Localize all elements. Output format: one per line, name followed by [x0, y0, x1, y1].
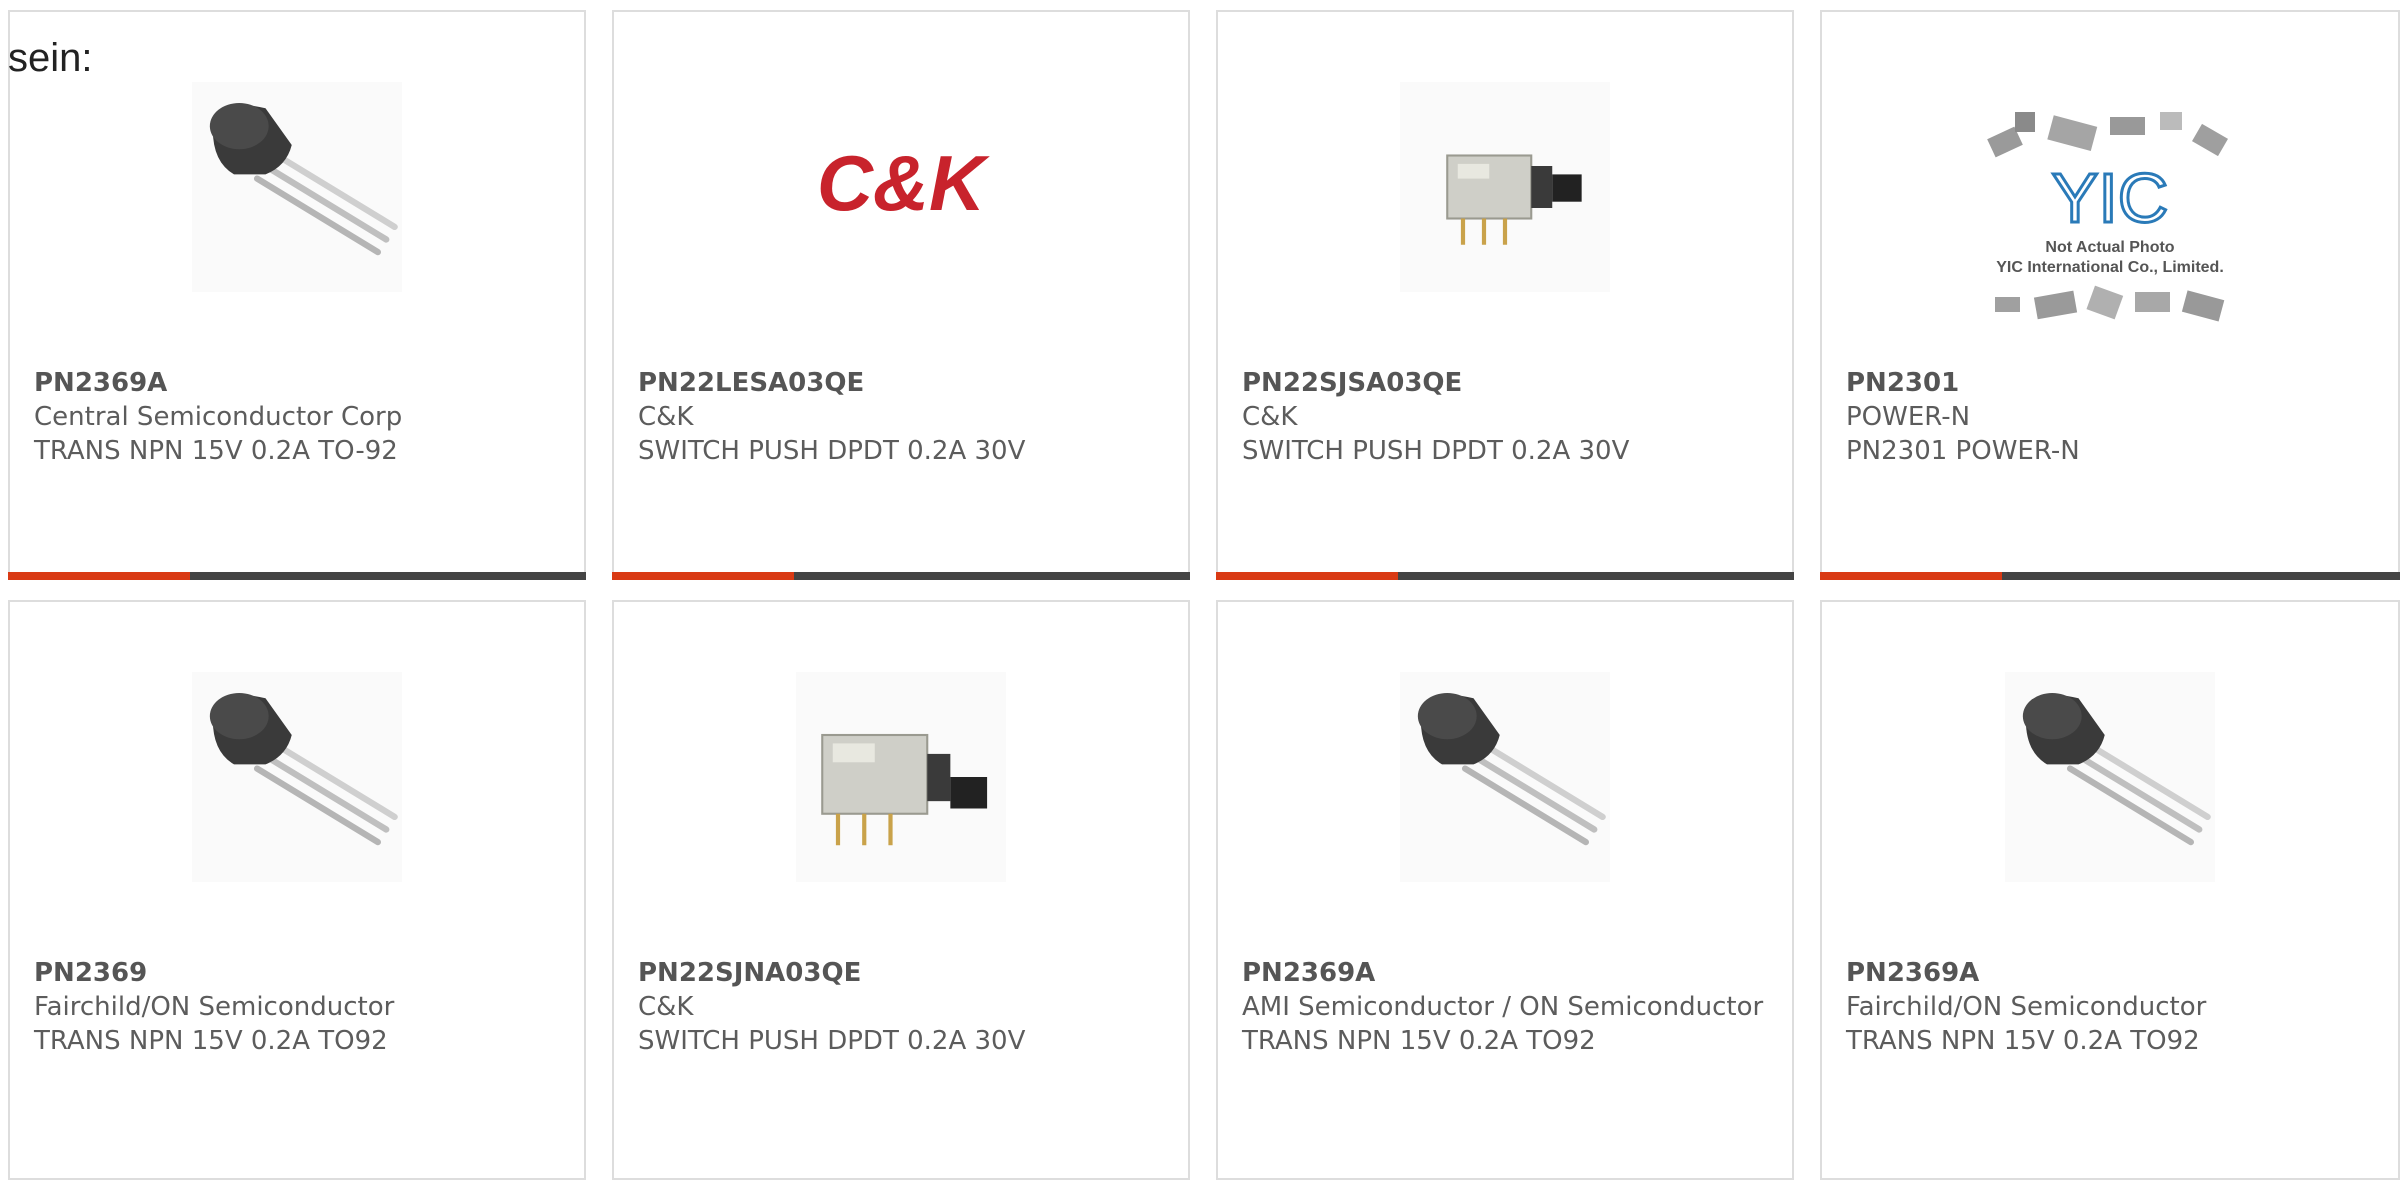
intro-text: sein: — [8, 36, 93, 80]
to92-transistor-icon — [192, 672, 402, 882]
description: PN2301 POWER-N — [1846, 436, 2080, 466]
to92-transistor-icon — [192, 82, 402, 292]
description: TRANS NPN 15V 0.2A TO92 — [1242, 1026, 1596, 1056]
card-bar — [1820, 572, 2400, 580]
card-bar-accent — [612, 572, 794, 580]
part-number[interactable]: PN2369 — [34, 956, 560, 990]
product-card[interactable]: PN2369A Central Semiconductor Corp TRANS… — [8, 10, 586, 580]
manufacturer: POWER-N — [1846, 402, 1971, 432]
product-card[interactable]: PN22SJNA03QE C&K SWITCH PUSH DPDT 0.2A 3… — [612, 600, 1190, 1180]
part-number[interactable]: PN2301 — [1846, 366, 2374, 400]
description: SWITCH PUSH DPDT 0.2A 30V — [1242, 436, 1630, 466]
to92-transistor-icon — [1400, 672, 1610, 882]
product-card[interactable]: PN2369 Fairchild/ON Semiconductor TRANS … — [8, 600, 586, 1180]
description: SWITCH PUSH DPDT 0.2A 30V — [638, 1026, 1026, 1056]
card-bar-accent — [1216, 572, 1398, 580]
product-card[interactable]: PN22SJSA03QE C&K SWITCH PUSH DPDT 0.2A 3… — [1216, 10, 1794, 580]
manufacturer: Fairchild/ON Semiconductor — [34, 992, 395, 1022]
description: SWITCH PUSH DPDT 0.2A 30V — [638, 436, 1026, 466]
ck-logo-text: C&K — [817, 141, 990, 227]
manufacturer: C&K — [1242, 402, 1298, 432]
part-number[interactable]: PN2369A — [1846, 956, 2374, 990]
yic-placeholder-icon: YIC Not Actual Photo YIC International C… — [1970, 102, 2250, 342]
card-bar-accent — [1820, 572, 2002, 580]
manufacturer: AMI Semiconductor / ON Semiconductor — [1242, 992, 1764, 1022]
part-number[interactable]: PN2369A — [1242, 956, 1768, 990]
push-switch-icon — [1400, 82, 1610, 292]
to92-transistor-icon — [2005, 672, 2215, 882]
placeholder-line2: YIC International Co., Limited. — [1996, 259, 2224, 276]
manufacturer: Central Semiconductor Corp — [34, 402, 403, 432]
yic-logo-text: YIC — [2052, 159, 2169, 237]
product-card[interactable]: YIC Not Actual Photo YIC International C… — [1820, 10, 2400, 580]
push-switch-icon — [796, 672, 1006, 882]
manufacturer: Fairchild/ON Semiconductor — [1846, 992, 2207, 1022]
product-card[interactable]: C&K PN22LESA03QE C&K SWITCH PUSH DPDT 0.… — [612, 10, 1190, 580]
product-grid: PN2369A Central Semiconductor Corp TRANS… — [0, 0, 2400, 1180]
placeholder-line1: Not Actual Photo — [2045, 239, 2174, 256]
card-bar — [1216, 572, 1794, 580]
card-bar-accent — [8, 572, 190, 580]
product-card[interactable]: PN2369A AMI Semiconductor / ON Semicondu… — [1216, 600, 1794, 1180]
description: TRANS NPN 15V 0.2A TO92 — [34, 1026, 388, 1056]
description: TRANS NPN 15V 0.2A TO92 — [1846, 1026, 2200, 1056]
manufacturer: C&K — [638, 402, 694, 432]
card-bar — [612, 572, 1190, 580]
part-number[interactable]: PN22SJNA03QE — [638, 956, 1164, 990]
product-card[interactable]: PN2369A Fairchild/ON Semiconductor TRANS… — [1820, 600, 2400, 1180]
part-number[interactable]: PN22SJSA03QE — [1242, 366, 1768, 400]
card-bar — [8, 572, 586, 580]
part-number[interactable]: PN2369A — [34, 366, 560, 400]
description: TRANS NPN 15V 0.2A TO-92 — [34, 436, 398, 466]
manufacturer: C&K — [638, 992, 694, 1022]
part-number[interactable]: PN22LESA03QE — [638, 366, 1164, 400]
ck-logo-icon: C&K — [796, 82, 1006, 292]
